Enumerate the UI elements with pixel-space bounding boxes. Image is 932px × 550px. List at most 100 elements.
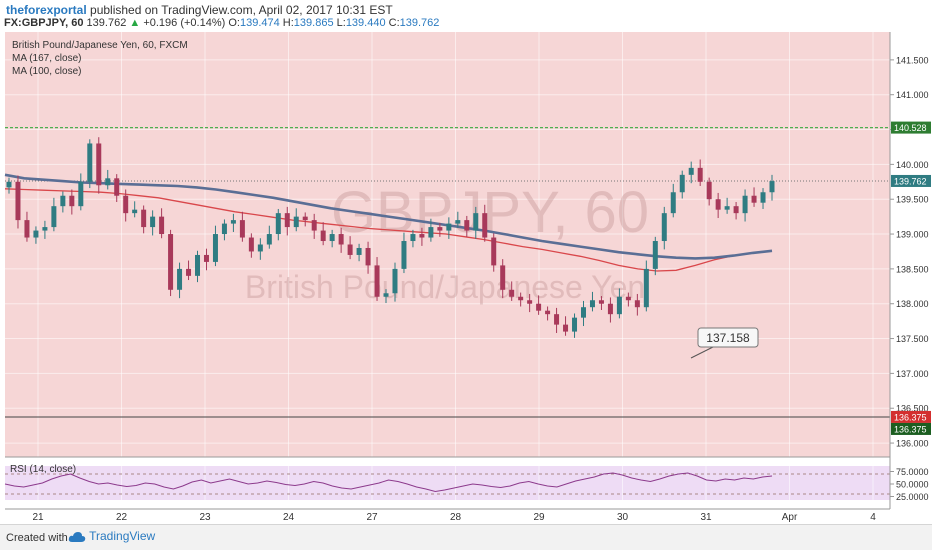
candle-body — [554, 314, 560, 325]
candle-body — [51, 206, 57, 228]
candle-body — [177, 268, 183, 290]
candle-body — [302, 216, 308, 221]
tradingview-label: TradingView — [89, 529, 156, 543]
candle-body — [625, 296, 631, 301]
candle-body — [401, 241, 407, 269]
candle-body — [275, 213, 281, 235]
candle-body — [374, 265, 380, 297]
candle-body — [536, 303, 542, 311]
candle-body — [464, 220, 470, 231]
candle-body — [733, 206, 739, 214]
candle-body — [410, 234, 416, 242]
candle-body — [168, 234, 174, 290]
candle-body — [6, 181, 12, 188]
candle-body — [69, 195, 75, 207]
x-tick-label: 4 — [870, 512, 876, 523]
candle-body — [688, 167, 694, 175]
y-tick-label: 139.500 — [896, 195, 929, 205]
candle-body — [141, 209, 147, 228]
y-tick-label: 141.000 — [896, 90, 929, 100]
price-chart: GBPJPY, 60 British Pound/Japanese Yen RS… — [4, 32, 932, 523]
candle-body — [329, 234, 335, 242]
candle-body — [670, 192, 676, 214]
candle-body — [428, 227, 434, 238]
watermark-name: British Pound/Japanese Yen — [245, 269, 645, 305]
candle-body — [257, 244, 263, 252]
candle-body — [563, 324, 569, 332]
rsi-tick-label: 75.0000 — [896, 467, 929, 477]
candle-body — [509, 289, 515, 297]
candle-body — [760, 192, 766, 203]
watermark-symbol: GBPJPY, 60 — [331, 180, 649, 245]
x-tick-label: 29 — [533, 512, 545, 523]
candle-body — [60, 195, 66, 207]
candle-body — [356, 247, 362, 255]
y-tick-label: 139.000 — [896, 230, 929, 240]
price-label: 139.762 — [894, 176, 927, 186]
candle-body — [42, 227, 48, 231]
y-tick-label: 138.000 — [896, 299, 929, 309]
candle-body — [266, 234, 272, 245]
x-tick-label: 28 — [450, 512, 462, 523]
x-tick-label: 21 — [32, 512, 44, 523]
candle-body — [311, 220, 317, 231]
x-tick-label: 22 — [116, 512, 128, 523]
x-tick-label: 30 — [617, 512, 629, 523]
created-with-text: Created with — [6, 532, 68, 544]
candle-body — [724, 206, 730, 210]
candle-body — [132, 209, 138, 214]
y-tick-label: 137.500 — [896, 334, 929, 344]
time-axis: 21 22 23 24 27 28 29 30 31 Apr 4 — [32, 512, 876, 523]
legend-title: British Pound/Japanese Yen, 60, FXCM — [12, 40, 188, 51]
rsi-tick-label: 50.0000 — [896, 480, 929, 490]
candle-body — [769, 181, 775, 193]
chart-screenshot: theforexportal published on TradingView.… — [0, 0, 932, 550]
candle-body — [78, 181, 84, 207]
candle-body — [545, 310, 551, 315]
candle-body — [751, 195, 757, 203]
rsi-band — [5, 466, 890, 500]
candle-body — [221, 223, 227, 235]
candle-body — [661, 213, 667, 242]
candle-body — [527, 300, 533, 304]
candle-body — [589, 300, 595, 308]
candle-body — [96, 143, 102, 186]
y-tick-label: 136.000 — [896, 439, 929, 449]
price-label: 136.375 — [894, 424, 927, 434]
candle-body — [293, 216, 299, 228]
y-tick-label: 138.500 — [896, 264, 929, 274]
candle-body — [715, 199, 721, 210]
candle-body — [598, 300, 604, 304]
cloud-icon — [68, 531, 86, 542]
candle-body — [500, 265, 506, 290]
candle-body — [580, 307, 586, 318]
x-tick-label: 27 — [366, 512, 378, 523]
candle-body — [212, 234, 218, 262]
price-label: 140.528 — [894, 123, 927, 133]
candle-body — [114, 178, 120, 196]
candle-body — [284, 213, 290, 228]
x-tick-label: Apr — [782, 512, 798, 523]
footer-bar: Created with TradingView — [0, 524, 932, 550]
y-tick-label: 141.500 — [896, 55, 929, 65]
tradingview-logo[interactable]: TradingView — [68, 529, 155, 543]
candle-body — [150, 216, 156, 228]
rsi-tick-label: 25.0000 — [896, 492, 929, 502]
candle-body — [634, 300, 640, 308]
callout-text: 137.158 — [706, 331, 750, 345]
candle-body — [15, 181, 21, 221]
x-tick-label: 23 — [199, 512, 211, 523]
candle-body — [239, 220, 245, 238]
candle-body — [446, 223, 452, 231]
candle-body — [87, 143, 93, 182]
price-label: 136.375 — [894, 412, 927, 422]
x-tick-label: 24 — [283, 512, 295, 523]
candle-body — [203, 254, 209, 262]
candle-body — [248, 237, 254, 252]
rsi-legend: RSI (14, close) — [10, 464, 76, 475]
y-tick-label: 137.000 — [896, 369, 929, 379]
candle-body — [491, 237, 497, 266]
candle-body — [392, 268, 398, 294]
candle-body — [320, 230, 326, 242]
candle-body — [186, 268, 192, 276]
